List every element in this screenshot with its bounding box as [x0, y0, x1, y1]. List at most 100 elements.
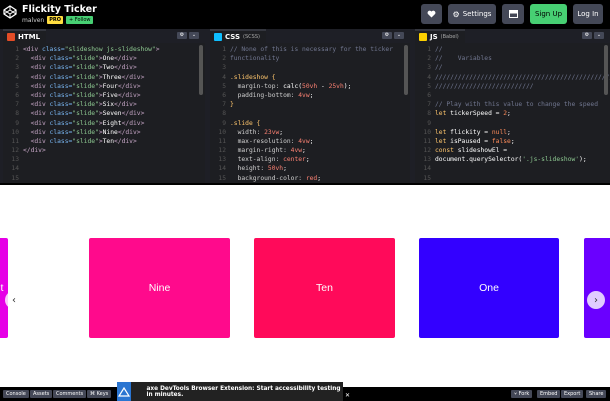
code-line[interactable]: 9 <div class="slide">Eight</div>	[3, 119, 205, 128]
js-tab[interactable]: JS (Babel)	[415, 29, 465, 43]
like-button[interactable]	[421, 4, 442, 24]
line-number: 7	[427, 101, 431, 109]
code-line[interactable]: 3 <div class="slide">Two</div>	[3, 63, 205, 72]
pen-title[interactable]: Flickity Ticker	[22, 4, 97, 15]
codepen-logo-icon[interactable]	[3, 5, 17, 19]
next-button[interactable]: ›	[587, 291, 605, 309]
code-line[interactable]: 13 text-align: center;	[210, 155, 410, 164]
css-icon	[214, 33, 222, 41]
code-line[interactable]: 4 <div class="slide">Three</div>	[3, 73, 205, 82]
share-button[interactable]: Share	[586, 390, 607, 398]
html-scrollbar[interactable]	[199, 45, 203, 95]
code-line[interactable]: 13 document.querySelector('.js-slideshow'…	[415, 155, 610, 164]
code-line[interactable]: 1//	[415, 45, 610, 54]
css-settings-button[interactable]: ⚙	[382, 32, 392, 39]
line-number: 2	[15, 55, 19, 63]
code-line[interactable]: 15	[415, 174, 610, 183]
ad-banner[interactable]: axe DevTools Browser Extension: Start ac…	[117, 382, 343, 401]
code-line[interactable]: 5 margin-top: calc(50vh - 25vh);	[210, 82, 410, 91]
html-tab[interactable]: HTML	[3, 29, 47, 43]
code-line[interactable]: 1// None of this is necessary for the ti…	[210, 45, 410, 54]
embed-button[interactable]: Embed	[537, 390, 561, 398]
code-line[interactable]: 12 </div>	[3, 146, 205, 155]
code-line[interactable]: 15 background-color: red;	[210, 174, 410, 183]
code-line[interactable]: 7// Play with this value to change the s…	[415, 100, 610, 109]
code-line[interactable]: 11 <div class="slide">Ten</div>	[3, 137, 205, 146]
console-button[interactable]: Console	[3, 390, 29, 398]
assets-button[interactable]: Assets	[30, 390, 53, 398]
code-line[interactable]: 7}	[210, 100, 410, 109]
code-line[interactable]: 13	[3, 155, 205, 164]
follow-button[interactable]: + Follow	[66, 16, 94, 24]
code-line[interactable]: 12 margin-right: 4vw;	[210, 146, 410, 155]
code-line[interactable]: 8 let tickerSpeed = 2;	[415, 109, 610, 118]
slide-label: One	[479, 282, 499, 294]
code-line[interactable]: 11 max-resolution: 4vw;	[210, 137, 410, 146]
css-editor[interactable]: CSS (SCSS) ⚙ ⌄ 1// None of this is neces…	[210, 29, 410, 183]
keys-button[interactable]: ⌘ Keys	[87, 390, 112, 398]
code-line[interactable]: 11 let isPaused = false;	[415, 137, 610, 146]
code-line[interactable]: 14	[3, 164, 205, 173]
code-line[interactable]: 6 padding-bottom: 4vw;	[210, 91, 410, 100]
code-line[interactable]: 2// Variables	[415, 54, 610, 63]
code-line[interactable]: 7 <div class="slide">Six</div>	[3, 100, 205, 109]
html-editor[interactable]: HTML ⚙ ⌄ 1 <div class="slideshow js-slide…	[3, 29, 205, 183]
code-line[interactable]: 10 <div class="slide">Nine</div>	[3, 128, 205, 137]
code-line[interactable]: 1 <div class="slideshow js-slideshow">	[3, 45, 205, 54]
code-line[interactable]: 10 let flickity = null;	[415, 128, 610, 137]
code-line[interactable]: 8 <div class="slide">Seven</div>	[3, 109, 205, 118]
js-editor[interactable]: JS (Babel) ⚙ ⌄ 1//2// Variables 3//4/////…	[415, 29, 610, 183]
code-line[interactable]: 5//////////////////////////	[415, 82, 610, 91]
code-line[interactable]: 3//	[415, 63, 610, 72]
js-icon	[419, 33, 427, 41]
code-line[interactable]: 9 .slide {	[210, 119, 410, 128]
code-line[interactable]: 10 width: 23vw;	[210, 128, 410, 137]
code-line[interactable]: 2 functionality	[210, 54, 410, 63]
js-code[interactable]: 1//2// Variables 3//4////////////////////…	[415, 45, 610, 183]
css-preprocessor-label: (SCSS)	[243, 34, 260, 40]
code-line[interactable]: 9	[415, 119, 610, 128]
js-scrollbar[interactable]	[604, 45, 608, 95]
slide-label: Ten	[316, 282, 333, 294]
code-line[interactable]: 3	[210, 63, 410, 72]
export-button[interactable]: Export	[561, 390, 584, 398]
code-line[interactable]: 14	[415, 164, 610, 173]
change-view-button[interactable]	[502, 4, 524, 24]
slide	[584, 238, 610, 338]
login-button[interactable]: Log In	[573, 4, 603, 24]
css-scrollbar[interactable]	[404, 45, 408, 95]
signup-button[interactable]: Sign Up	[530, 4, 567, 24]
line-number: 2	[427, 55, 431, 63]
line-number: 7	[222, 101, 226, 109]
code-line[interactable]: 5 <div class="slide">Four</div>	[3, 82, 205, 91]
comments-button[interactable]: Comments	[53, 390, 87, 398]
code-line[interactable]: 2 <div class="slide">One</div>	[3, 54, 205, 63]
previous-button[interactable]: ‹	[5, 291, 23, 309]
css-collapse-button[interactable]: ⌄	[394, 32, 404, 39]
js-collapse-button[interactable]: ⌄	[594, 32, 604, 39]
code-line[interactable]: 4///////////////////////////////////////…	[415, 73, 610, 82]
close-icon[interactable]: ✕	[345, 392, 350, 399]
fork-button[interactable]: ⑂ Fork	[511, 390, 533, 398]
code-line[interactable]: 14 height: 50vh;	[210, 164, 410, 173]
line-number: 1	[427, 46, 431, 53]
code-line[interactable]: 15	[3, 174, 205, 183]
author-line: malven PRO + Follow	[22, 16, 94, 24]
html-settings-button[interactable]: ⚙	[177, 32, 187, 39]
code-line[interactable]: 4 .slideshow {	[210, 73, 410, 82]
settings-button[interactable]: ⚙ Settings	[448, 4, 496, 24]
code-line[interactable]: 6 <div class="slide">Five</div>	[3, 91, 205, 100]
code-line[interactable]: 12 const slideshowEl =	[415, 146, 610, 155]
css-code[interactable]: 1// None of this is necessary for the ti…	[210, 45, 410, 183]
author-name[interactable]: malven	[22, 17, 44, 24]
html-code[interactable]: 1 <div class="slideshow js-slideshow"> 2 <…	[3, 45, 205, 183]
js-settings-button[interactable]: ⚙	[582, 32, 592, 39]
html-collapse-button[interactable]: ⌄	[189, 32, 199, 39]
axe-logo-icon	[117, 382, 131, 401]
line-number: 14	[11, 165, 19, 173]
line-number: 9	[222, 119, 226, 127]
css-tab[interactable]: CSS (SCSS)	[210, 29, 266, 43]
code-line[interactable]: 6	[415, 91, 610, 100]
line-number: 12	[218, 147, 226, 155]
code-line[interactable]: 8	[210, 109, 410, 118]
